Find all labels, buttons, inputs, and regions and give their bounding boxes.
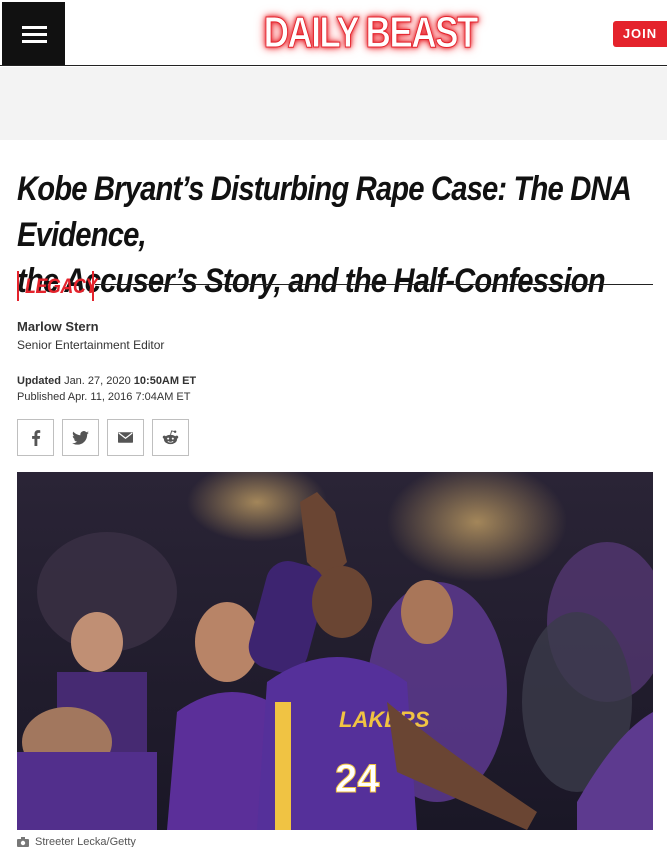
hamburger-icon (22, 26, 47, 29)
section-tag[interactable]: LEGACY (25, 275, 97, 299)
section-row: LEGACY (17, 270, 653, 302)
hero-caption: Streeter Lecka/Getty (17, 836, 136, 847)
camera-icon (17, 837, 29, 847)
share-twitter-button[interactable] (62, 419, 99, 456)
reddit-icon (162, 430, 179, 445)
updated-timestamp: Updated Jan. 27, 2020 10:50AM ET (17, 375, 197, 387)
headline-line-1: Kobe Bryant’s Disturbing Rape Case: The … (17, 170, 631, 254)
share-email-button[interactable] (107, 419, 144, 456)
hero-photo: LAKERS 24 (17, 472, 653, 830)
author-name[interactable]: Marlow Stern (17, 319, 99, 334)
facebook-icon (31, 429, 40, 446)
menu-button[interactable] (2, 2, 65, 65)
share-reddit-button[interactable] (152, 419, 189, 456)
published-timestamp: Published Apr. 11, 2016 7:04AM ET (17, 391, 191, 403)
jersey-number-text: 24 (335, 757, 380, 801)
section-divider (95, 284, 653, 285)
author-title: Senior Entertainment Editor (17, 338, 165, 352)
twitter-icon (72, 430, 89, 445)
email-icon (118, 432, 133, 443)
share-facebook-button[interactable] (17, 419, 54, 456)
join-button[interactable]: JOIN (613, 21, 667, 47)
hero-image[interactable]: LAKERS 24 (17, 472, 653, 830)
ad-slot (0, 67, 667, 140)
site-logo[interactable]: DAILY BEAST (263, 6, 479, 60)
site-header: DAILY BEAST JOIN (0, 0, 667, 66)
